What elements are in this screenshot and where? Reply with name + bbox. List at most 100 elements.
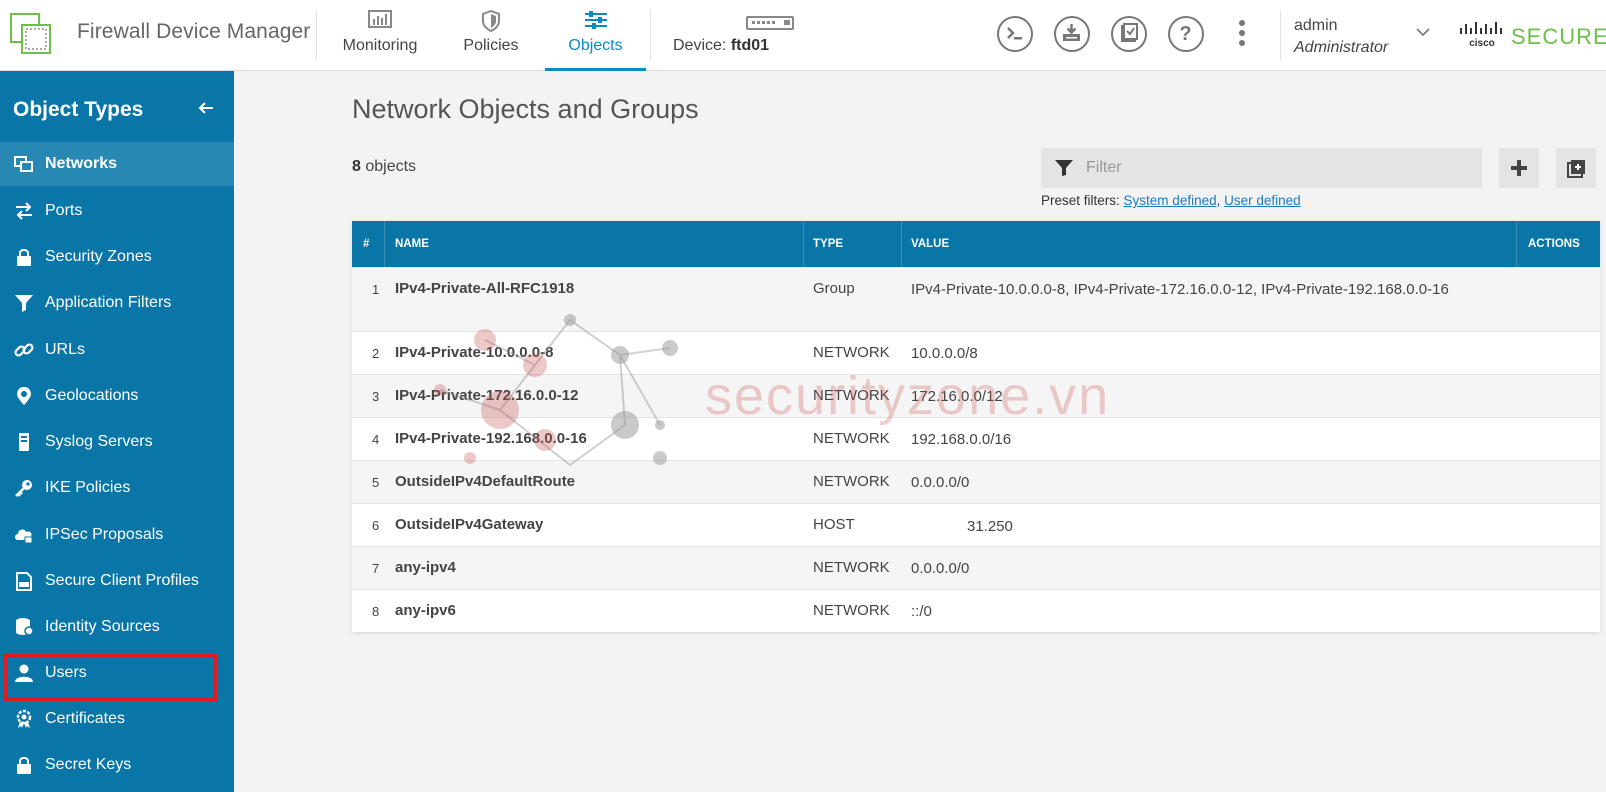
row-type: NETWORK [813,387,890,404]
header-divider [316,10,317,60]
sidebar-item-certificates[interactable]: Certificates [0,697,234,741]
tab-objects[interactable]: Objects [545,0,646,71]
row-value: 10.0.0.0/8 [911,345,978,362]
table-body: 1 IPv4-Private-All-RFC1918 Group IPv4-Pr… [352,267,1600,632]
device-label: Device: [673,37,727,54]
object-count: 8 objects [352,158,416,176]
preset-filters: Preset filters: System defined, User def… [1041,193,1301,208]
sidebar-item-label: Secure Client Profiles [45,572,199,589]
add-group-button[interactable] [1556,148,1596,188]
row-name[interactable]: IPv4-Private-10.0.0.0-8 [395,344,553,361]
users-highlight-box [4,654,217,701]
row-number: 1 [372,282,380,297]
row-name[interactable]: IPv4-Private-172.16.0.0-12 [395,387,578,404]
deploy-button[interactable] [1054,16,1090,52]
task-check-icon [1121,23,1138,42]
sidebar-item-label: Geolocations [45,387,139,404]
column-header-type[interactable]: TYPE [813,221,843,267]
table-header: # NAME TYPE VALUE ACTIONS [352,221,1600,267]
row-number: 2 [372,346,380,361]
sidebar-title: Object Types [13,98,144,121]
row-value: 0.0.0.0/0 [911,474,970,491]
row-value: 192.168.0.0/16 [911,431,1012,448]
cli-console-button[interactable] [997,16,1033,52]
add-object-button[interactable] [1499,148,1539,188]
table-row[interactable]: 8 any-ipv6 NETWORK ::/0 [352,589,1600,632]
terminal-icon [1007,27,1022,40]
sidebar-item-ports[interactable]: Ports [0,189,234,233]
row-name[interactable]: IPv4-Private-192.168.0.0-16 [395,430,587,447]
sidebar-item-label: Ports [45,202,83,219]
row-number: 5 [372,475,380,490]
plus-icon [1511,160,1527,176]
row-name[interactable]: OutsideIPv4DefaultRoute [395,473,575,490]
table-row[interactable]: 4 IPv4-Private-192.168.0.0-16 NETWORK 19… [352,417,1600,460]
table-row[interactable]: 5 OutsideIPv4DefaultRoute NETWORK 0.0.0.… [352,460,1600,503]
device-appliance-icon [746,16,794,30]
sidebar-item-geolocations[interactable]: Geolocations [0,374,234,418]
table-row[interactable]: 7 any-ipv4 NETWORK 0.0.0.0/0 [352,546,1600,589]
application-filter-icon [15,295,33,312]
table-row[interactable]: 2 IPv4-Private-10.0.0.0-8 NETWORK 10.0.0… [352,331,1600,374]
header-divider [1280,10,1281,60]
sidebar-item-networks[interactable]: Networks [0,142,234,186]
column-header-name[interactable]: NAME [395,221,429,267]
sidebar-item-secret-keys[interactable]: Secret Keys [0,743,234,787]
table-row[interactable]: 1 IPv4-Private-All-RFC1918 Group IPv4-Pr… [352,267,1600,331]
help-button[interactable]: ? [1168,16,1204,52]
chevron-down-icon[interactable] [1416,27,1430,37]
column-header-value[interactable]: VALUE [911,221,949,267]
cisco-logo: cisco [1460,22,1502,48]
sidebar-item-application-filters[interactable]: Application Filters [0,281,234,325]
sidebar-item-secure-client-profiles[interactable]: Secure Client Profiles [0,559,234,603]
database-icon [16,618,34,636]
sidebar-item-ike-policies[interactable]: IKE Policies [0,466,234,510]
cloud-lock-icon [15,529,33,544]
filter-input[interactable] [1086,148,1466,188]
device-name: ftd01 [730,37,770,54]
sidebar-item-identity-sources[interactable]: Identity Sources [0,605,234,649]
tasks-button[interactable] [1111,16,1147,52]
server-icon [19,433,29,451]
deploy-icon [1063,24,1080,41]
row-value-masked: 31.250 [905,516,1501,538]
redaction-mask [905,516,969,538]
app-logo-icon [10,13,51,54]
add-group-icon [1567,160,1585,178]
row-value: 172.16.0.0/12 [911,388,1003,405]
object-count-number: 8 [352,158,361,175]
sidebar-item-label: Application Filters [45,294,172,311]
svg-text:?: ? [1179,23,1191,45]
client-profile-icon [16,572,32,591]
table-row[interactable]: 6 OutsideIPv4Gateway HOST 31.250 [352,503,1600,546]
sidebar-item-label: URLs [45,341,86,358]
preset-system-defined-link[interactable]: System defined [1124,193,1217,208]
more-options-icon[interactable] [1238,20,1246,50]
column-header-actions: ACTIONS [1528,238,1580,250]
collapse-arrow-icon[interactable] [198,101,214,115]
objects-icon [584,11,607,29]
device-info[interactable]: Device: ftd01 [673,37,769,55]
table-row[interactable]: 3 IPv4-Private-172.16.0.0-12 NETWORK 172… [352,374,1600,417]
row-name[interactable]: any-ipv4 [395,559,456,576]
sidebar-item-security-zones[interactable]: Security Zones [0,235,234,279]
row-number: 6 [372,518,380,533]
row-value: 0.0.0.0/0 [911,560,970,577]
row-value: ::/0 [911,603,932,620]
tab-monitoring[interactable]: Monitoring [334,0,426,71]
preset-filters-label: Preset filters: [1041,193,1120,208]
sidebar-item-urls[interactable]: URLs [0,328,234,372]
row-name[interactable]: OutsideIPv4Gateway [395,516,543,533]
brand-product: SECURE [1511,24,1606,49]
row-name[interactable]: any-ipv6 [395,602,456,619]
user-name[interactable]: admin [1294,17,1338,35]
filter-icon [1055,160,1073,176]
sidebar-item-ipsec-proposals[interactable]: IPSec Proposals [0,513,234,557]
lock-icon [17,249,31,266]
link-icon [14,343,34,357]
sidebar-item-label: Identity Sources [45,618,160,635]
row-name[interactable]: IPv4-Private-All-RFC1918 [395,280,574,297]
sidebar-item-syslog-servers[interactable]: Syslog Servers [0,420,234,464]
preset-user-defined-link[interactable]: User defined [1224,193,1301,208]
tab-policies[interactable]: Policies [453,0,529,71]
